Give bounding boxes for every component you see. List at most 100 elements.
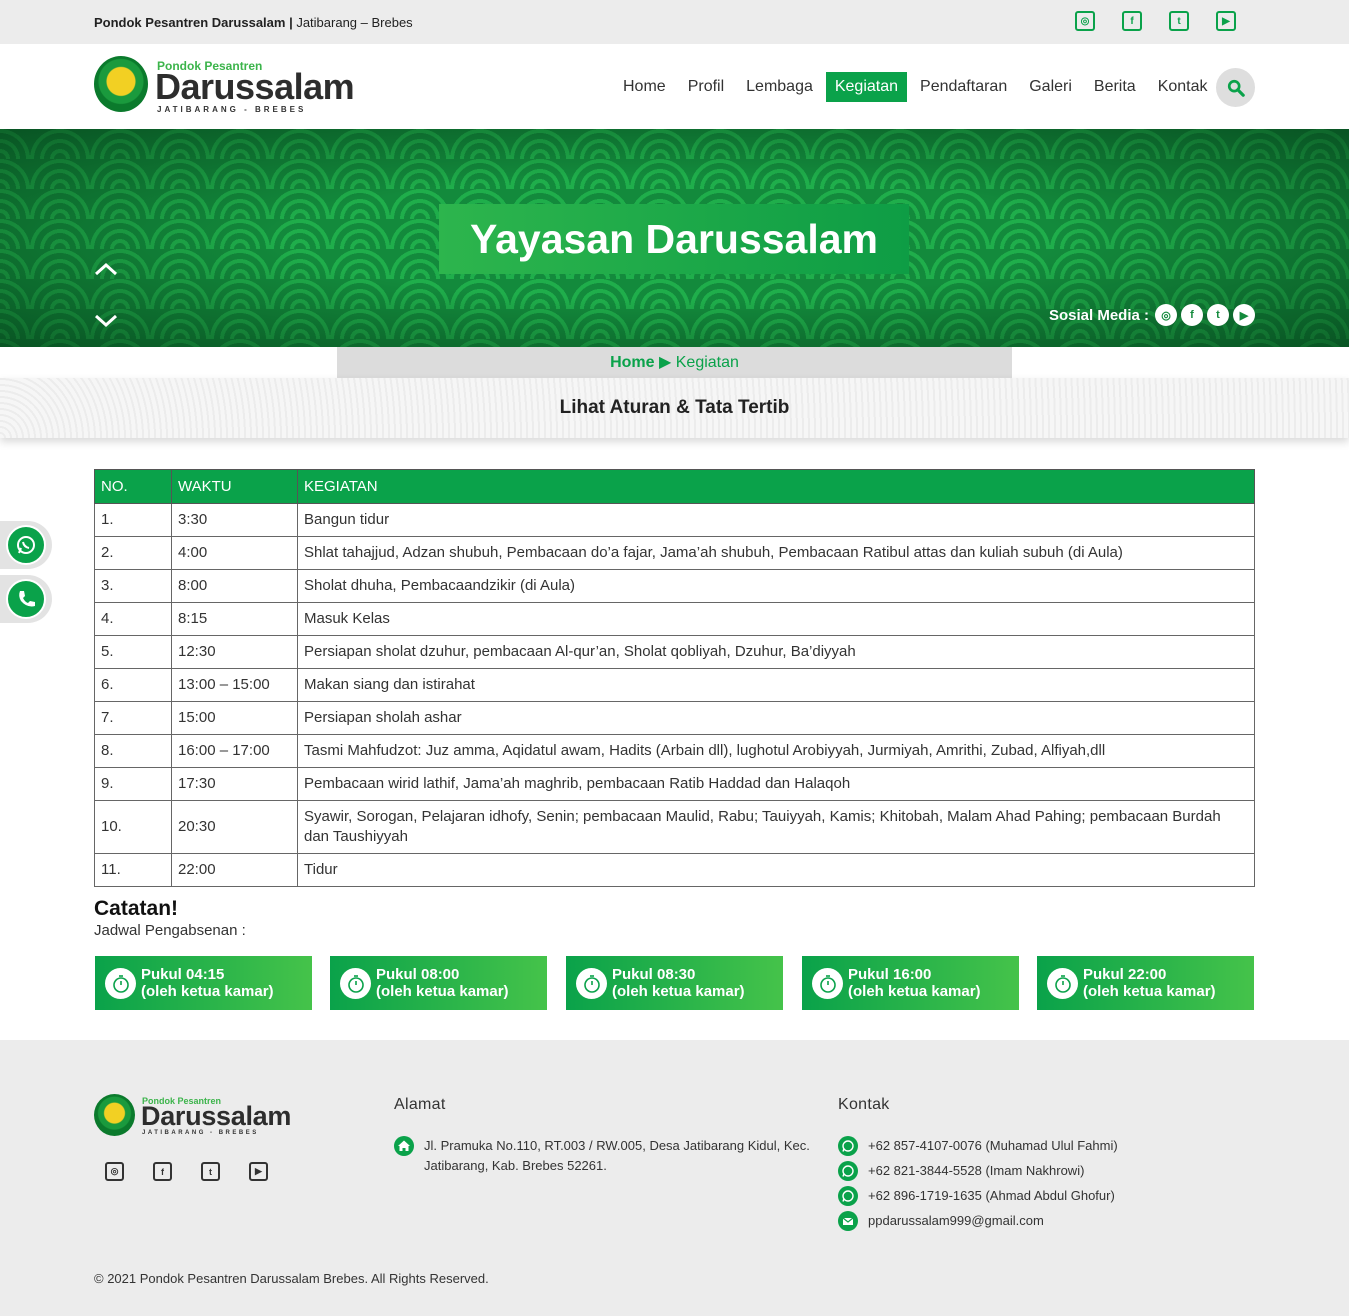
site-header: Pondok Pesantren Darussalam JATIBARANG -… — [0, 44, 1349, 129]
logo-sub-text: JATIBARANG - BREBES — [157, 105, 307, 114]
alamat-title: Alamat — [394, 1096, 446, 1113]
chevron-down-icon[interactable] — [94, 309, 118, 333]
table-row: 1. 3:30 Bangun tidur — [94, 503, 1255, 537]
twitter-icon[interactable]: t — [1207, 304, 1229, 326]
facebook-icon[interactable]: f — [153, 1162, 172, 1181]
youtube-icon[interactable]: ▶ — [1233, 304, 1255, 326]
header-waktu: WAKTU — [171, 469, 298, 504]
table-header-row: NO. WAKTU KEGIATAN — [94, 469, 1255, 504]
card-time: Pukul 08:30 — [612, 966, 696, 983]
row-time: 17:30 — [171, 767, 298, 801]
header-no: NO. — [94, 469, 172, 504]
attendance-card: Pukul 16:00 (oleh ketua kamar) — [802, 956, 1019, 1010]
row-time: 13:00 – 15:00 — [171, 668, 298, 702]
nav-kegiatan[interactable]: Kegiatan — [825, 72, 908, 102]
card-time: Pukul 08:00 — [376, 966, 460, 983]
row-time: 8:00 — [171, 569, 298, 603]
row-activity: Tidur — [297, 853, 1255, 887]
emblem-logo — [94, 1094, 135, 1136]
nav-berita[interactable]: Berita — [1085, 72, 1145, 102]
table-row: 3. 8:00 Sholat dhuha, Pembacaandzikir (di … — [94, 569, 1255, 603]
emblem-logo — [94, 56, 148, 112]
top-bar: Pondok Pesantren Darussalam | Jatibarang… — [0, 0, 1349, 44]
topbar-site-name: Pondok Pesantren Darussalam | — [94, 15, 293, 30]
table-row: 10. 20:30 Syawir, Sorogan, Pelajaran idhof… — [94, 800, 1255, 854]
instagram-icon[interactable]: ◎ — [105, 1162, 124, 1181]
card-note: (oleh ketua kamar) — [1083, 983, 1216, 1000]
nav-kontak[interactable]: Kontak — [1149, 72, 1217, 102]
row-no: 5. — [94, 635, 172, 669]
catatan-subtitle: Jadwal Pengabsenan : — [94, 922, 246, 939]
row-no: 7. — [94, 701, 172, 735]
row-no: 4. — [94, 602, 172, 636]
row-no: 2. — [94, 536, 172, 570]
topbar-location: Jatibarang – Brebes — [292, 15, 413, 30]
row-time: 3:30 — [171, 503, 298, 537]
row-no: 3. — [94, 569, 172, 603]
row-time: 8:15 — [171, 602, 298, 636]
float-phone-button[interactable] — [0, 575, 52, 623]
instagram-icon[interactable]: ◎ — [1075, 11, 1095, 31]
search-button[interactable] — [1216, 68, 1255, 107]
topbar-socials: ◎ f t ▶ — [1075, 11, 1263, 31]
float-whatsapp-button[interactable] — [0, 521, 52, 569]
row-activity: Bangun tidur — [297, 503, 1255, 537]
twitter-icon[interactable]: t — [201, 1162, 220, 1181]
site-logo[interactable]: Pondok Pesantren Darussalam JATIBARANG -… — [94, 56, 364, 114]
table-row: 6. 13:00 – 15:00 Makan siang dan istirahat — [94, 668, 1255, 702]
card-time: Pukul 22:00 — [1083, 966, 1167, 983]
instagram-icon[interactable]: ◎ — [1155, 304, 1177, 326]
table-row: 8. 16:00 – 17:00 Tasmi Mahfudzot: Juz amma… — [94, 734, 1255, 768]
contact-text: ppdarussalam999@gmail.com — [868, 1213, 1044, 1228]
search-icon — [1227, 79, 1245, 97]
row-activity: Pembacaan wirid lathif, Jama’ah maghrib,… — [297, 767, 1255, 801]
kontak-title: Kontak — [838, 1096, 890, 1113]
youtube-icon[interactable]: ▶ — [1216, 11, 1236, 31]
chevron-up-icon[interactable] — [94, 257, 118, 281]
attendance-card: Pukul 04:15 (oleh ketua kamar) — [95, 956, 312, 1010]
row-activity: Makan siang dan istirahat — [297, 668, 1255, 702]
card-note: (oleh ketua kamar) — [612, 983, 745, 1000]
timer-icon — [105, 968, 136, 999]
table-row: 2. 4:00 Shlat tahajjud, Adzan shubuh, Pemb… — [94, 536, 1255, 570]
breadcrumb-home[interactable]: Home — [610, 354, 654, 371]
row-time: 15:00 — [171, 701, 298, 735]
card-time: Pukul 04:15 — [141, 966, 225, 983]
nav-lembaga[interactable]: Lembaga — [737, 72, 822, 102]
twitter-icon[interactable]: t — [1169, 11, 1189, 31]
footer-logo-big-text: Darussalam — [141, 1101, 292, 1131]
row-time: 4:00 — [171, 536, 298, 570]
table-row: 11. 22:00 Tidur — [94, 853, 1255, 887]
attendance-card: Pukul 08:30 (oleh ketua kamar) — [566, 956, 783, 1010]
facebook-icon[interactable]: f — [1122, 11, 1142, 31]
card-note: (oleh ketua kamar) — [376, 983, 509, 1000]
nav-pendaftaran[interactable]: Pendaftaran — [911, 72, 1016, 102]
copyright: © 2021 Pondok Pesantren Darussalam Brebe… — [94, 1271, 489, 1286]
home-icon — [394, 1136, 414, 1156]
row-no: 6. — [94, 668, 172, 702]
footer-logo[interactable]: Pondok Pesantren Darussalam JATIBARANG -… — [94, 1094, 304, 1138]
row-activity: Persiapan sholah ashar — [297, 701, 1255, 735]
nav-profil[interactable]: Profil — [679, 72, 733, 102]
topbar-info: Pondok Pesantren Darussalam | Jatibarang… — [94, 15, 413, 30]
row-no: 1. — [94, 503, 172, 537]
row-no: 8. — [94, 734, 172, 768]
nav-home[interactable]: Home — [614, 72, 675, 102]
row-no: 9. — [94, 767, 172, 801]
phone-icon — [6, 579, 46, 619]
contact-text: +62 896-1719-1635 (Ahmad Abdul Ghofur) — [868, 1188, 1115, 1203]
youtube-icon[interactable]: ▶ — [249, 1162, 268, 1181]
row-activity: Sholat dhuha, Pembacaandzikir (di Aula) — [297, 569, 1255, 603]
attendance-card: Pukul 08:00 (oleh ketua kamar) — [330, 956, 547, 1010]
banner-social: Sosial Media : ◎ f t ▶ — [1049, 304, 1255, 326]
facebook-icon[interactable]: f — [1181, 304, 1203, 326]
mail-icon — [838, 1211, 858, 1231]
row-time: 16:00 – 17:00 — [171, 734, 298, 768]
address-text: Jl. Pramuka No.110, RT.003 / RW.005, Des… — [424, 1138, 810, 1173]
table-row: 4. 8:15 Masuk Kelas — [94, 602, 1255, 636]
catatan-title: Catatan! — [94, 897, 179, 920]
row-time: 22:00 — [171, 853, 298, 887]
banner-title: Yayasan Darussalam — [439, 204, 909, 274]
row-time: 20:30 — [171, 800, 298, 854]
nav-galeri[interactable]: Galeri — [1020, 72, 1081, 102]
